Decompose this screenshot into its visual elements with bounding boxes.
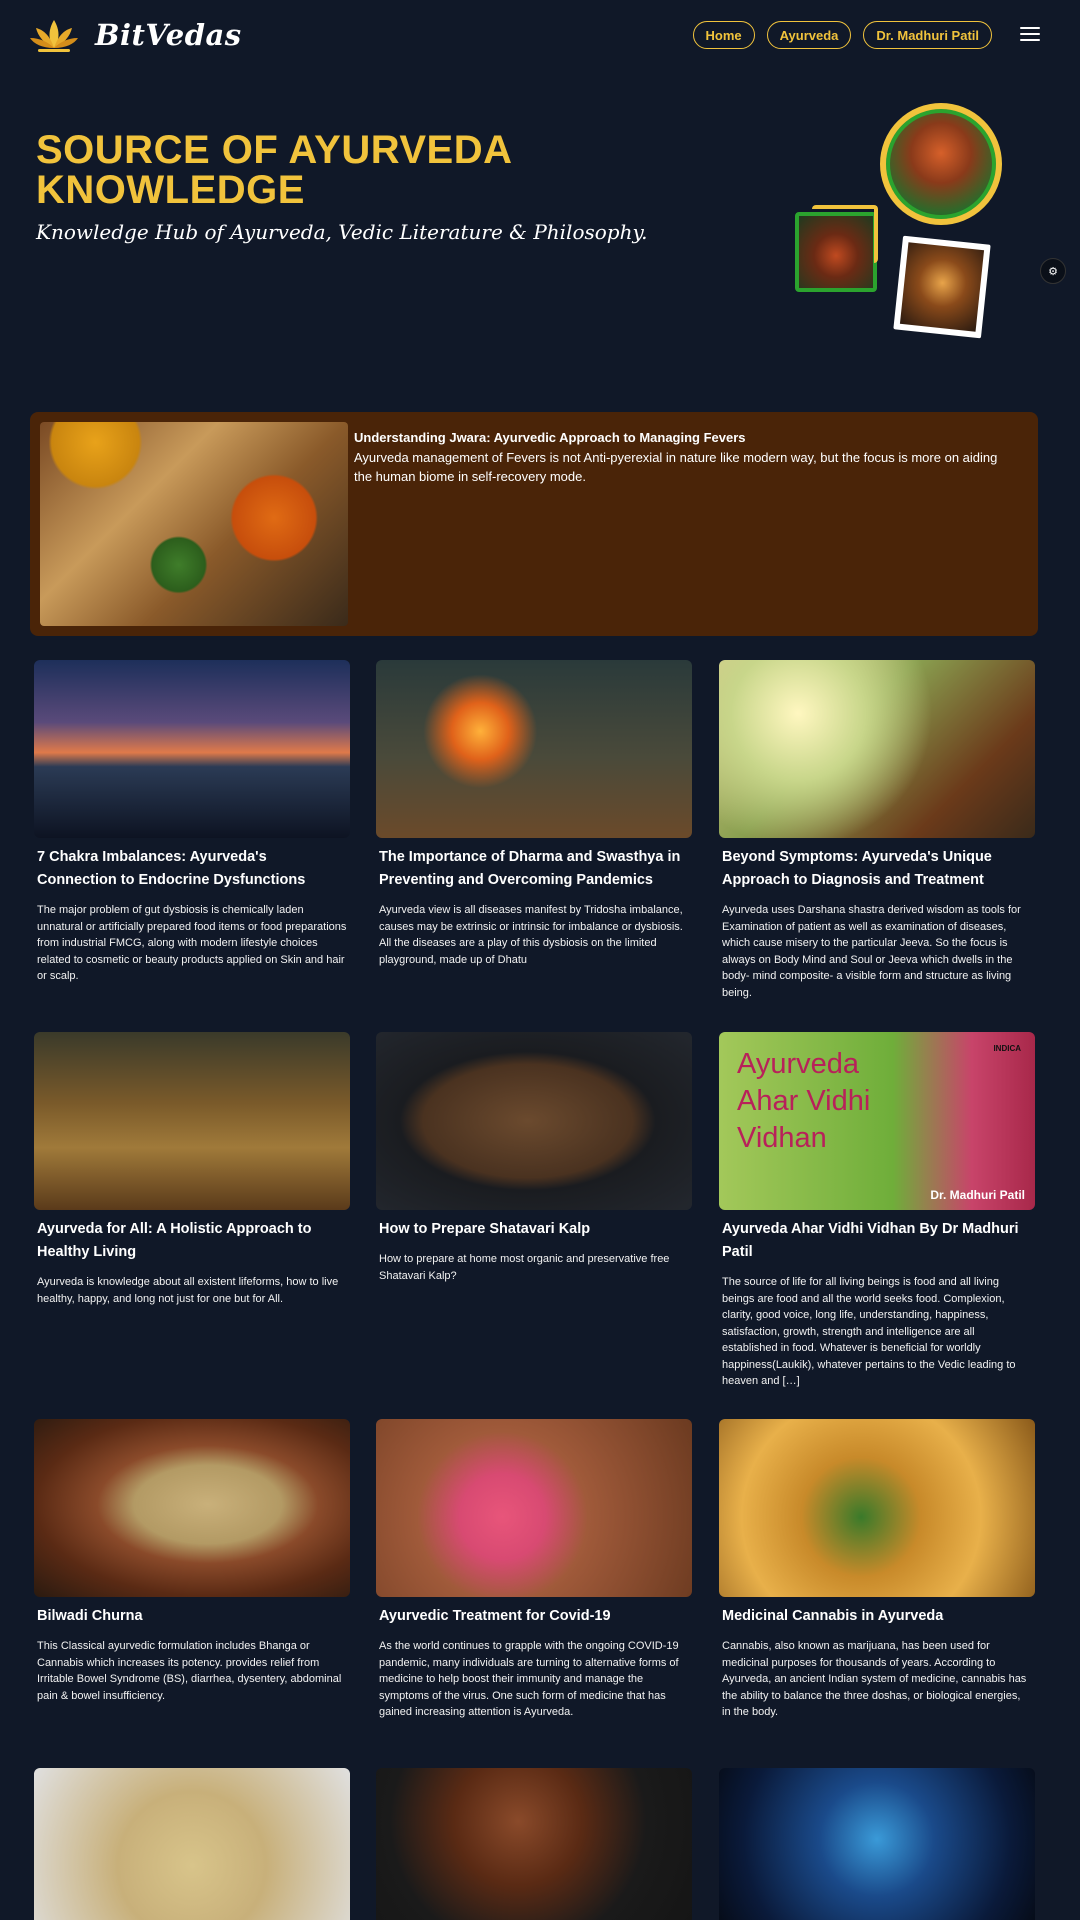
lotus-logo-icon[interactable] (28, 16, 80, 56)
hero-image-frame (812, 205, 878, 263)
featured-post-excerpt: Ayurveda management of Fevers is not Ant… (354, 450, 998, 484)
post-title[interactable]: Beyond Symptoms: Ayurveda's Unique Appro… (719, 846, 1035, 892)
post-image-churna-bowl[interactable] (34, 1419, 350, 1597)
post-excerpt: This Classical ayurvedic formulation inc… (37, 1640, 342, 1702)
post-card[interactable]: Ayurvedic Treatment for Covid-19 As the … (376, 1419, 692, 1721)
post-excerpt: Ayurveda view is all diseases manifest b… (379, 904, 683, 966)
post-image-diagnosis[interactable] (719, 660, 1035, 838)
post-image-herbal-tea[interactable] (376, 1419, 692, 1597)
post-excerpt: Cannabis, also known as marijuana, has b… (722, 1640, 1027, 1718)
hero-image-polaroid (893, 235, 991, 339)
image-overlay-title: Ayurveda Ahar Vidhi Vidhan (737, 1048, 871, 1154)
post-title[interactable]: The Importance of Dharma and Swasthya in… (376, 846, 692, 892)
post-card[interactable]: Ayurveda for All: A Holistic Approach to… (34, 1032, 350, 1307)
post-card[interactable]: 7 Chakra Imbalances: Ayurveda's Connecti… (34, 660, 350, 985)
post-image-fire-ritual[interactable] (376, 660, 692, 838)
featured-post-title[interactable]: Understanding Jwara: Ayurvedic Approach … (354, 430, 1034, 445)
featured-post[interactable] (30, 412, 1038, 636)
brand-name[interactable]: BitVedas (95, 18, 242, 52)
post-title[interactable]: Bilwadi Churna (34, 1605, 350, 1628)
accessibility-widget-icon[interactable]: ⚙ (1040, 258, 1066, 284)
image-overlay-brand: INDICA (993, 1044, 1021, 1053)
post-title[interactable]: How to Prepare Shatavari Kalp (376, 1218, 692, 1241)
nav-dr-madhuri-patil[interactable]: Dr. Madhuri Patil (863, 21, 992, 49)
site-header: BitVedas Home Ayurveda Dr. Madhuri Patil (0, 0, 1080, 70)
post-excerpt: Ayurveda uses Darshana shastra derived w… (722, 904, 1021, 999)
image-overlay-author: Dr. Madhuri Patil (930, 1188, 1025, 1202)
hero-title: SOURCE OF AYURVEDA KNOWLEDGE (36, 128, 512, 212)
post-excerpt: The major problem of gut dysbiosis is ch… (37, 904, 347, 982)
post-title[interactable]: 7 Chakra Imbalances: Ayurveda's Connecti… (34, 846, 350, 892)
hero-subtitle: Knowledge Hub of Ayurveda, Vedic Literat… (36, 220, 648, 244)
featured-post-image[interactable] (40, 422, 348, 626)
post-title[interactable]: Medicinal Cannabis in Ayurveda (719, 1605, 1035, 1628)
post-card[interactable] (34, 1768, 350, 1920)
post-image-cannabis-leaf[interactable] (719, 1419, 1035, 1597)
post-card[interactable] (376, 1768, 692, 1920)
post-image-chocolate-spoon[interactable] (376, 1768, 692, 1920)
post-image-ahar-vidhi-vidhan[interactable]: Ayurveda Ahar Vidhi Vidhan Dr. Madhuri P… (719, 1032, 1035, 1210)
post-card[interactable]: The Importance of Dharma and Swasthya in… (376, 660, 692, 968)
nav-home[interactable]: Home (692, 21, 755, 49)
nav-ayurveda[interactable]: Ayurveda (766, 21, 852, 49)
post-image-powder[interactable] (34, 1768, 350, 1920)
post-card[interactable]: Bilwadi Churna This Classical ayurvedic … (34, 1419, 350, 1704)
post-card[interactable]: Medicinal Cannabis in Ayurveda Cannabis,… (719, 1419, 1035, 1721)
post-excerpt: How to prepare at home most organic and … (379, 1253, 670, 1282)
post-image-chakra-meditation[interactable] (34, 660, 350, 838)
post-card[interactable]: Ayurveda Ahar Vidhi Vidhan Dr. Madhuri P… (719, 1032, 1035, 1390)
post-image-shatavari-pan[interactable] (376, 1032, 692, 1210)
post-excerpt: Ayurveda is knowledge about all existent… (37, 1276, 339, 1305)
post-title[interactable]: Ayurveda for All: A Holistic Approach to… (34, 1218, 350, 1264)
hero-image-ayurveda-sage (880, 103, 1002, 225)
post-title[interactable]: Ayurvedic Treatment for Covid-19 (376, 1605, 692, 1628)
post-image-anatomy-figure[interactable] (719, 1768, 1035, 1920)
post-card[interactable] (719, 1768, 1035, 1920)
post-title[interactable]: Ayurveda Ahar Vidhi Vidhan By Dr Madhuri… (719, 1218, 1035, 1264)
post-excerpt: As the world continues to grapple with t… (379, 1640, 679, 1718)
hamburger-menu-icon[interactable] (1020, 27, 1040, 43)
main-nav: Home Ayurveda Dr. Madhuri Patil (692, 21, 992, 49)
post-card[interactable]: Beyond Symptoms: Ayurveda's Unique Appro… (719, 660, 1035, 1001)
post-excerpt: The source of life for all living beings… (722, 1276, 1016, 1387)
post-image-herbal-oils[interactable] (34, 1032, 350, 1210)
post-card[interactable]: How to Prepare Shatavari Kalp How to pre… (376, 1032, 692, 1284)
